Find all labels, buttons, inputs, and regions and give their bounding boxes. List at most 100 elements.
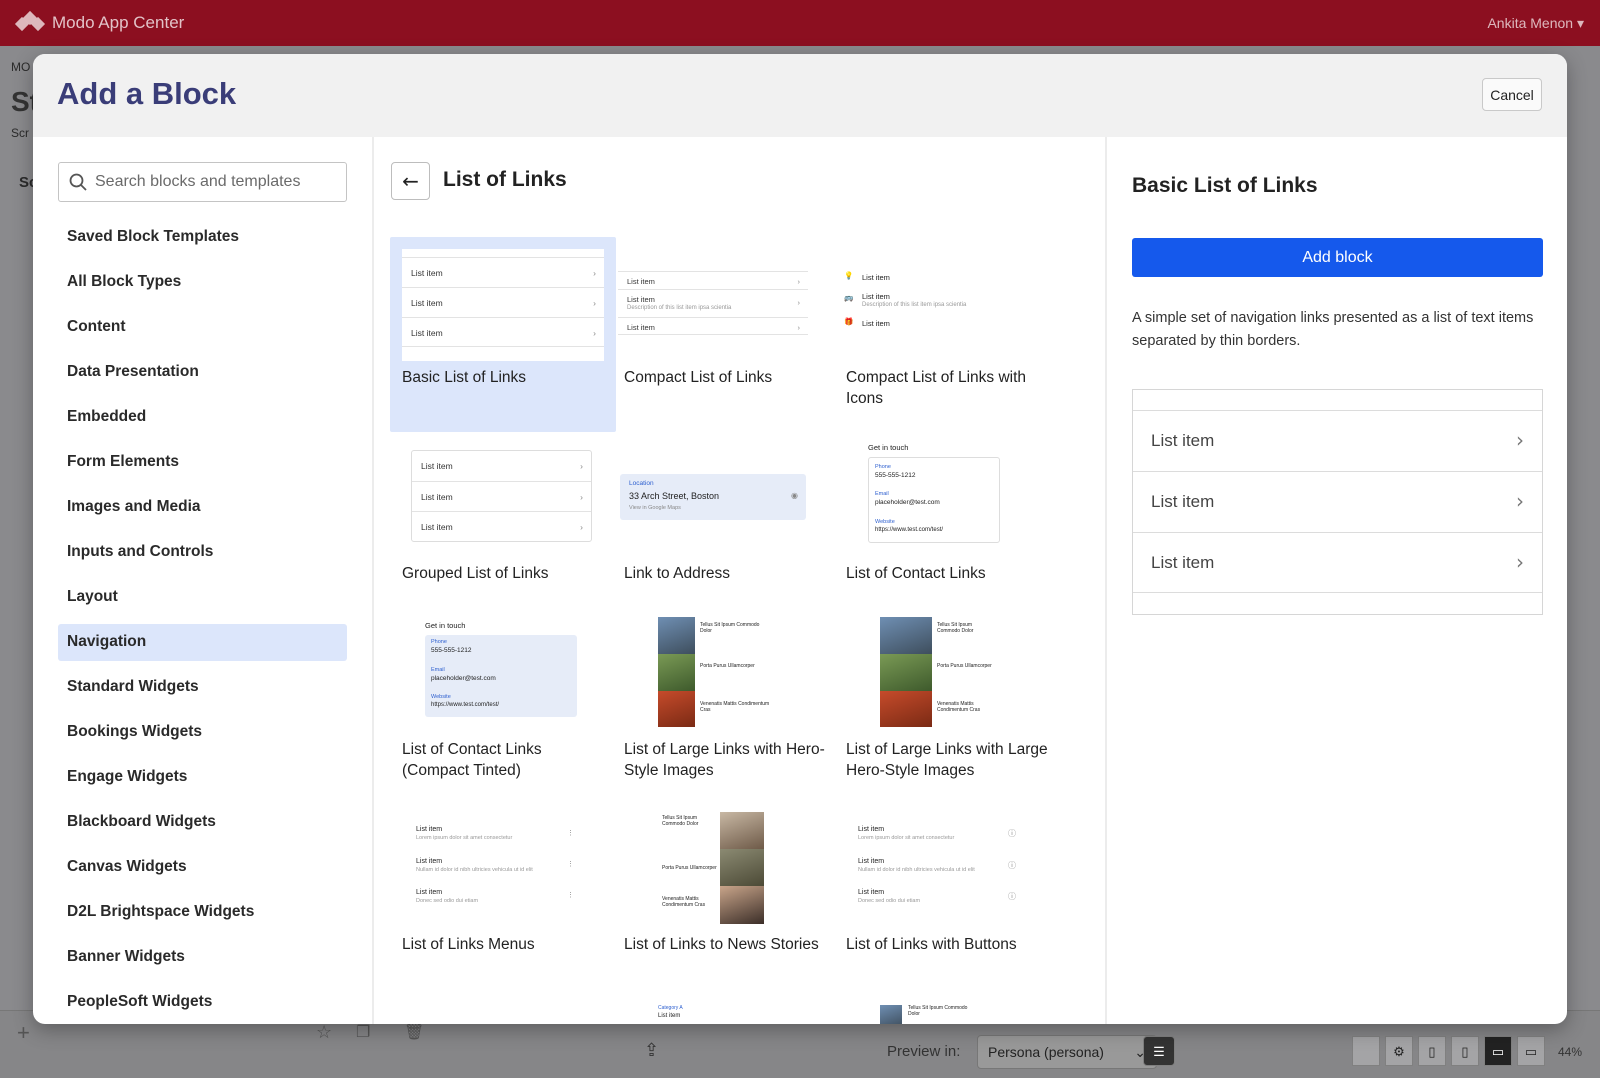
thumb-text: placeholder@test.com [875, 499, 940, 506]
add-block-button[interactable]: Add block [1132, 238, 1543, 277]
chevron-right-icon: › [593, 328, 596, 338]
search-box[interactable] [58, 162, 347, 202]
card-basic-list-of-links[interactable]: List item › List item › List item › Basic L… [390, 237, 616, 432]
modo-logo-icon [14, 10, 46, 33]
thumb-text: List item [421, 492, 453, 502]
cancel-button[interactable]: Cancel [1482, 78, 1542, 111]
android-icon[interactable]: ⚙ [1385, 1036, 1413, 1066]
thumb-text: List item [858, 826, 885, 833]
persona-select[interactable]: Persona (persona) ⌄ [977, 1035, 1157, 1069]
category-peoplesoft-widgets[interactable]: PeopleSoft Widgets [58, 984, 347, 1021]
card-label: List of Links Menus [402, 936, 535, 953]
category-content[interactable]: Content [58, 309, 347, 346]
category-inputs-and-controls[interactable]: Inputs and Controls [58, 534, 347, 571]
add-block-modal: Add a Block Cancel Saved Block Templates… [33, 54, 1567, 1024]
category-standard-widgets[interactable]: Standard Widgets [58, 669, 347, 706]
thumb-text: Description of this list item ipsa scien… [862, 302, 967, 308]
thumb-text: List item [411, 298, 443, 308]
category-banner-widgets[interactable]: Banner Widgets [58, 939, 347, 976]
card-grouped-list-of-links[interactable]: List item › List item › List item › Grouped… [390, 437, 616, 632]
copy-icon[interactable]: ❐ [356, 1022, 370, 1042]
bg-breadcrumb-fragment: MO [11, 60, 31, 74]
contact-box: Phone 555-555-1212 Email placeholder@tes… [868, 457, 1000, 543]
card-compact-list-of-links[interactable]: List item › List item Description of this … [612, 237, 838, 432]
apple-icon[interactable] [1352, 1036, 1380, 1066]
card-compact-list-with-icons[interactable]: 💡 List item 🚌 List item Description of t… [834, 237, 1060, 432]
category-images-and-media[interactable]: Images and Media [58, 489, 347, 526]
thumb-text: List item [421, 461, 453, 471]
card-partial[interactable]: Category A List item [612, 997, 838, 1024]
modal-header: Add a Block Cancel [33, 54, 1567, 137]
zoom-level: 44% [1558, 1045, 1583, 1059]
card-list-of-links-news-stories[interactable]: Tellus Sit Ipsum Commodo Dolor Porta Pur… [612, 812, 838, 1007]
thumb-text: Donec sed odio dui etiam [858, 898, 921, 904]
info-icon: ⓘ [1008, 829, 1016, 838]
phone-small-icon[interactable]: ▯ [1418, 1036, 1446, 1066]
filter-button[interactable]: ☰ [1143, 1036, 1175, 1066]
thumb-text: Website [875, 519, 895, 525]
upload-icon[interactable]: ⇪ [644, 1040, 659, 1061]
caret-down-icon: ▾ [1576, 14, 1584, 31]
category-canvas-widgets[interactable]: Canvas Widgets [58, 849, 347, 886]
block-preview: List item › List item › List item › [1132, 389, 1543, 615]
card-label: Compact List of Links [624, 369, 773, 386]
card-list-of-links-menus[interactable]: List item Lorem ipsum dolor sit amet con… [390, 812, 616, 1007]
thumb-text: placeholder@test.com [431, 675, 496, 682]
tablet-desktop-icon[interactable]: ▭ [1517, 1036, 1545, 1066]
chevron-right-icon: › [797, 298, 801, 307]
card-list-of-links-with-buttons[interactable]: List item Lorem ipsum dolor sit amet con… [834, 812, 1060, 1007]
card-list-of-contact-links[interactable]: Get in touch Phone 555-555-1212 Email pl… [834, 437, 1060, 632]
category-embedded[interactable]: Embedded [58, 399, 347, 436]
card-partial[interactable]: Tellus Sit Ipsum Commodo Dolor [834, 997, 1060, 1024]
chevron-right-icon: › [1516, 428, 1524, 452]
app-logo[interactable]: Modo App Center [14, 10, 184, 33]
desktop-icon[interactable]: ▭ [1484, 1036, 1512, 1066]
category-form-elements[interactable]: Form Elements [58, 444, 347, 481]
thumbnail: Tellus Sit Ipsum Commodo Dolor Porta Pur… [880, 617, 1004, 727]
block-detail-panel: Basic List of Links Add block A simple s… [1107, 137, 1567, 1024]
thumb-text: List item [862, 319, 890, 328]
delete-icon[interactable]: 🗑 [404, 1022, 424, 1042]
back-arrow-icon[interactable]: ← [391, 162, 430, 200]
thumb-text: List item [411, 328, 443, 338]
preview-item-label: List item [1151, 431, 1215, 450]
preview-list-item: List item › [1133, 532, 1542, 593]
chevron-right-icon: › [797, 277, 801, 286]
card-contact-links-compact-tinted[interactable]: Get in touch Phone 555-555-1212 Email pl… [390, 617, 616, 812]
thumb-text: Get in touch [425, 621, 466, 630]
phone-large-icon[interactable]: ▯ [1451, 1036, 1479, 1066]
category-all-block-types[interactable]: All Block Types [58, 264, 347, 301]
category-blackboard-widgets[interactable]: Blackboard Widgets [58, 804, 347, 841]
search-input[interactable] [95, 173, 335, 191]
category-data-presentation[interactable]: Data Presentation [58, 354, 347, 391]
star-icon[interactable]: ☆ [316, 1022, 332, 1043]
thumb-text: Get in touch [868, 443, 909, 452]
thumbnail: List item › List item Description of this … [618, 271, 808, 341]
thumbnail: Get in touch Phone 555-555-1212 Email pl… [425, 621, 577, 721]
bg-subtitle-fragment: Scr [11, 126, 29, 140]
category-layout[interactable]: Layout [58, 579, 347, 616]
thumb-text: Email [875, 491, 889, 497]
thumb-text: Nullam id dolor id nibh ultricies vehicu… [858, 867, 975, 873]
thumb-text: List item [858, 889, 885, 896]
category-bookings-widgets[interactable]: Bookings Widgets [58, 714, 347, 751]
thumbnail: Get in touch Phone 555-555-1212 Email pl… [868, 443, 1000, 543]
user-menu[interactable]: Ankita Menon ▾ [1487, 15, 1584, 32]
category-d2l-brightspace-widgets[interactable]: D2L Brightspace Widgets [58, 894, 347, 931]
chevron-right-icon: › [580, 522, 583, 532]
card-label: List of Large Links with Large Hero-Styl… [846, 741, 1048, 779]
category-engage-widgets[interactable]: Engage Widgets [58, 759, 347, 796]
add-icon[interactable]: + [17, 1020, 30, 1046]
info-icon: ⓘ [1008, 861, 1016, 870]
contact-box: Phone 555-555-1212 Email placeholder@tes… [425, 635, 577, 717]
preview-list-item: List item › [1133, 410, 1542, 471]
category-navigation[interactable]: Navigation [58, 624, 347, 661]
card-large-links-large-hero-images[interactable]: Tellus Sit Ipsum Commodo Dolor Porta Pur… [834, 617, 1060, 812]
category-saved-block-templates[interactable]: Saved Block Templates [58, 219, 347, 256]
thumb-text: 555-555-1212 [875, 472, 916, 479]
map-pin-icon: ◉ [791, 491, 798, 500]
thumb-text: Porta Purus Ullamcorper [700, 663, 755, 669]
chevron-right-icon: › [797, 323, 801, 332]
card-large-links-hero-images[interactable]: Tellus Sit Ipsum Commodo Dolor Porta Pur… [612, 617, 838, 812]
card-link-to-address[interactable]: Location 33 Arch Street, Boston View in … [612, 437, 838, 632]
